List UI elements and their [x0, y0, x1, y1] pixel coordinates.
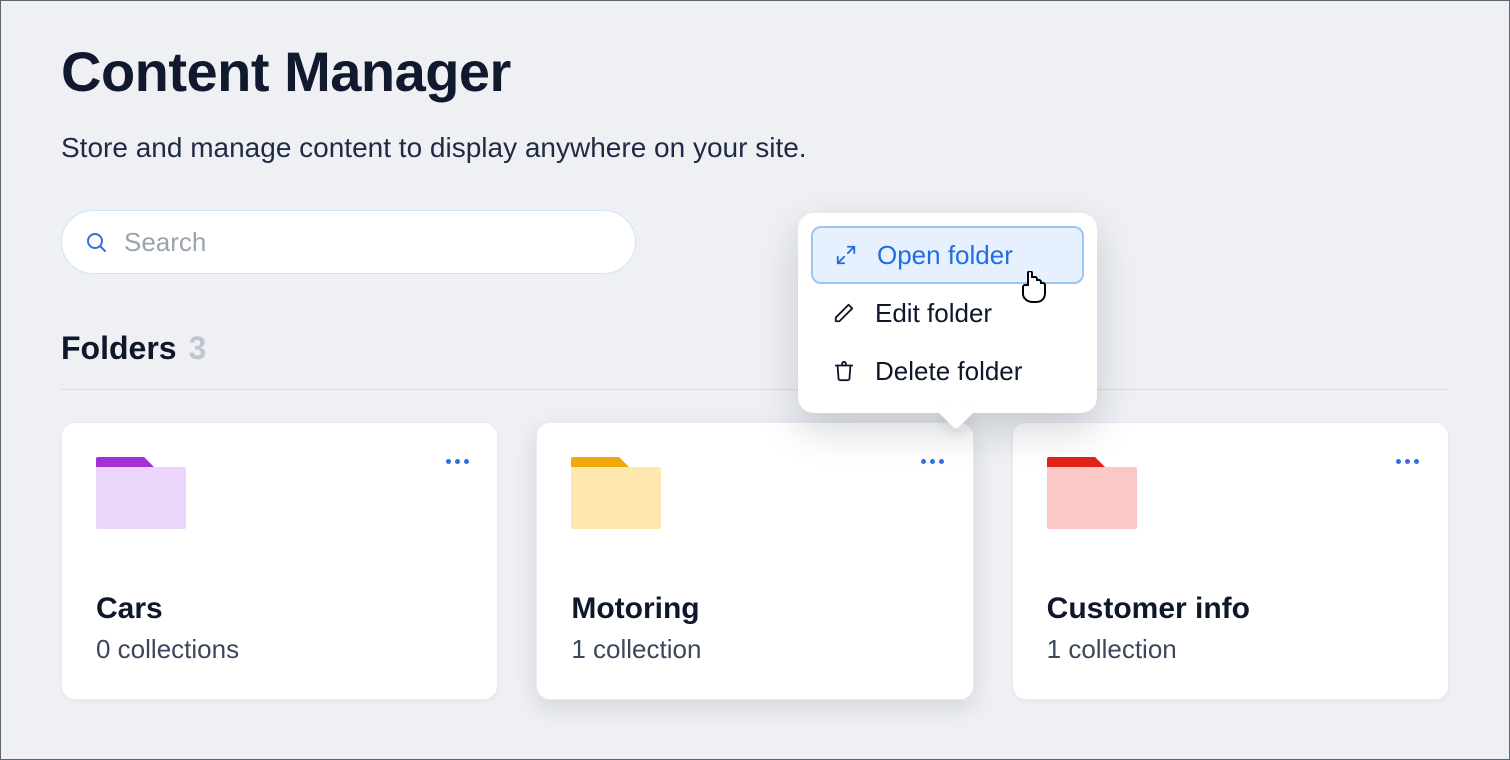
menu-item-edit-folder[interactable]: Edit folder: [811, 284, 1084, 342]
folders-count: 3: [189, 330, 207, 367]
more-icon: [1396, 459, 1419, 464]
menu-item-open-folder[interactable]: Open folder: [811, 226, 1084, 284]
search-input[interactable]: [124, 227, 613, 258]
divider: [61, 389, 1449, 390]
folder-card-motoring[interactable]: Motoring 1 collection: [536, 422, 973, 700]
trash-icon: [833, 360, 855, 382]
menu-item-label: Open folder: [877, 240, 1013, 271]
folder-icon: [96, 457, 186, 529]
card-actions-button[interactable]: [439, 443, 475, 479]
folder-meta: 1 collection: [1047, 634, 1414, 665]
folder-meta: 0 collections: [96, 634, 463, 665]
folder-icon: [1047, 457, 1137, 529]
menu-item-delete-folder[interactable]: Delete folder: [811, 342, 1084, 400]
folder-name: Cars: [96, 592, 463, 626]
folder-card-cars[interactable]: Cars 0 collections: [61, 422, 498, 700]
search-icon: [84, 230, 108, 254]
folder-name: Motoring: [571, 592, 938, 626]
folder-cards: Cars 0 collections Motoring 1 collection: [61, 422, 1449, 700]
card-actions-button[interactable]: [915, 443, 951, 479]
more-icon: [446, 459, 469, 464]
menu-item-label: Edit folder: [875, 298, 992, 329]
pencil-icon: [833, 302, 855, 324]
folder-name: Customer info: [1047, 592, 1414, 626]
folders-label: Folders: [61, 330, 177, 367]
page-subtitle: Store and manage content to display anyw…: [61, 132, 1449, 164]
folder-context-menu: Open folder Edit folder Delete folder: [798, 213, 1097, 413]
search-field[interactable]: [61, 210, 636, 274]
menu-item-label: Delete folder: [875, 356, 1022, 387]
expand-icon: [835, 244, 857, 266]
card-actions-button[interactable]: [1390, 443, 1426, 479]
folder-icon: [571, 457, 661, 529]
folder-meta: 1 collection: [571, 634, 938, 665]
page-title: Content Manager: [61, 39, 1449, 104]
more-icon: [921, 459, 944, 464]
folder-card-customer-info[interactable]: Customer info 1 collection: [1012, 422, 1449, 700]
